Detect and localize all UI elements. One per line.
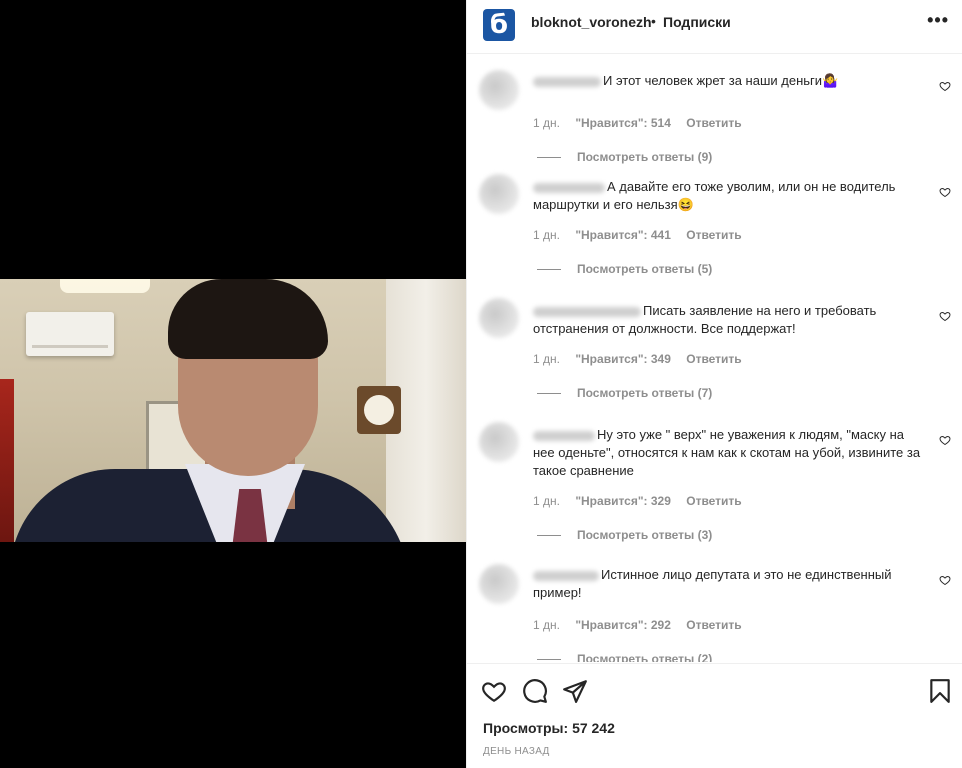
view-replies-button[interactable]: Посмотреть ответы (7): [537, 386, 712, 400]
commenter-avatar[interactable]: [479, 174, 519, 214]
separator-dot: •: [651, 13, 656, 29]
view-replies-button[interactable]: Посмотреть ответы (3): [537, 528, 712, 542]
comment-age[interactable]: 1 дн.: [533, 116, 560, 130]
comment-likes[interactable]: "Нравится": 349: [575, 352, 671, 366]
comment-likes[interactable]: "Нравится": 329: [575, 494, 671, 508]
commenter-avatar[interactable]: [479, 422, 519, 462]
comment-age[interactable]: 1 дн.: [533, 618, 560, 632]
commenter-username[interactable]: [533, 430, 595, 441]
comment-age[interactable]: 1 дн.: [533, 228, 560, 242]
comment-text: Истинное лицо депутата и это не единстве…: [533, 567, 892, 600]
comments-list[interactable]: И этот человек жрет за наши деньги🤷‍♀️ 1…: [467, 54, 962, 662]
reply-button[interactable]: Ответить: [686, 494, 741, 508]
replies-line: [537, 658, 561, 660]
like-comment-heart-icon[interactable]: [939, 310, 951, 322]
comment-meta: 1 дн. "Нравится": 349 Ответить: [533, 352, 754, 366]
comment-age[interactable]: 1 дн.: [533, 352, 560, 366]
reply-button[interactable]: Ответить: [686, 352, 741, 366]
person-hair: [168, 279, 328, 359]
like-comment-heart-icon[interactable]: [939, 186, 951, 198]
account-avatar[interactable]: б: [483, 9, 515, 41]
comment-text: И этот человек жрет за наши деньги🤷‍♀️: [533, 72, 921, 90]
video-player[interactable]: [0, 279, 466, 542]
comment-meta: 1 дн. "Нравится": 441 Ответить: [533, 228, 754, 242]
view-replies-button[interactable]: Посмотреть ответы (5): [537, 262, 712, 276]
air-conditioner: [26, 312, 114, 356]
replies-line: [537, 268, 561, 270]
comment-meta: 1 дн. "Нравится": 292 Ответить: [533, 618, 754, 632]
post-media: [0, 0, 466, 768]
commenter-username[interactable]: [533, 76, 601, 87]
comment-text: Писать заявление на него и требовать отс…: [533, 303, 877, 336]
like-comment-heart-icon[interactable]: [939, 574, 951, 586]
commenter-avatar[interactable]: [479, 564, 519, 604]
comment-likes[interactable]: "Нравится": 292: [575, 618, 671, 632]
comment-text: А давайте его тоже уволим, или он не вод…: [533, 179, 896, 212]
commenter-avatar[interactable]: [479, 298, 519, 338]
bookmark-icon[interactable]: [927, 678, 953, 704]
heart-icon[interactable]: [481, 678, 507, 704]
commenter-username[interactable]: [533, 570, 599, 581]
post-header: б bloknot_voronezh • Подписки •••: [467, 0, 962, 54]
comment-meta: 1 дн. "Нравится": 514 Ответить: [533, 116, 754, 130]
post-side-panel: б bloknot_voronezh • Подписки ••• И этот…: [466, 0, 962, 768]
comment-icon[interactable]: [522, 678, 548, 704]
commenter-username[interactable]: [533, 182, 605, 193]
replies-line: [537, 156, 561, 158]
replies-line: [537, 534, 561, 536]
wall-clock: [357, 386, 401, 434]
view-replies-button[interactable]: Посмотреть ответы (2): [537, 652, 712, 662]
comment-text: Ну это уже " верх" не уважения к людям, …: [533, 427, 921, 478]
more-options-icon[interactable]: •••: [927, 10, 949, 31]
reply-button[interactable]: Ответить: [686, 228, 741, 242]
comment-age[interactable]: 1 дн.: [533, 494, 560, 508]
like-comment-heart-icon[interactable]: [939, 434, 951, 446]
ceiling-light: [60, 279, 150, 293]
reply-button[interactable]: Ответить: [686, 618, 741, 632]
reply-button[interactable]: Ответить: [686, 116, 741, 130]
comment-meta: 1 дн. "Нравится": 329 Ответить: [533, 494, 754, 508]
post-actions-bar: Просмотры: 57 242 ДЕНЬ НАЗАД: [467, 663, 962, 768]
post-date[interactable]: ДЕНЬ НАЗАД: [483, 746, 550, 757]
account-username[interactable]: bloknot_voronezh: [531, 14, 652, 30]
commenter-avatar[interactable]: [479, 70, 519, 110]
following-button[interactable]: Подписки: [663, 14, 731, 30]
commenter-username[interactable]: [533, 306, 641, 317]
share-icon[interactable]: [562, 678, 588, 704]
comment-likes[interactable]: "Нравится": 441: [575, 228, 671, 242]
views-count[interactable]: Просмотры: 57 242: [483, 720, 615, 736]
like-comment-heart-icon[interactable]: [939, 80, 951, 92]
replies-line: [537, 392, 561, 394]
comment-likes[interactable]: "Нравится": 514: [575, 116, 671, 130]
flag: [0, 379, 14, 542]
view-replies-button[interactable]: Посмотреть ответы (9): [537, 150, 712, 164]
